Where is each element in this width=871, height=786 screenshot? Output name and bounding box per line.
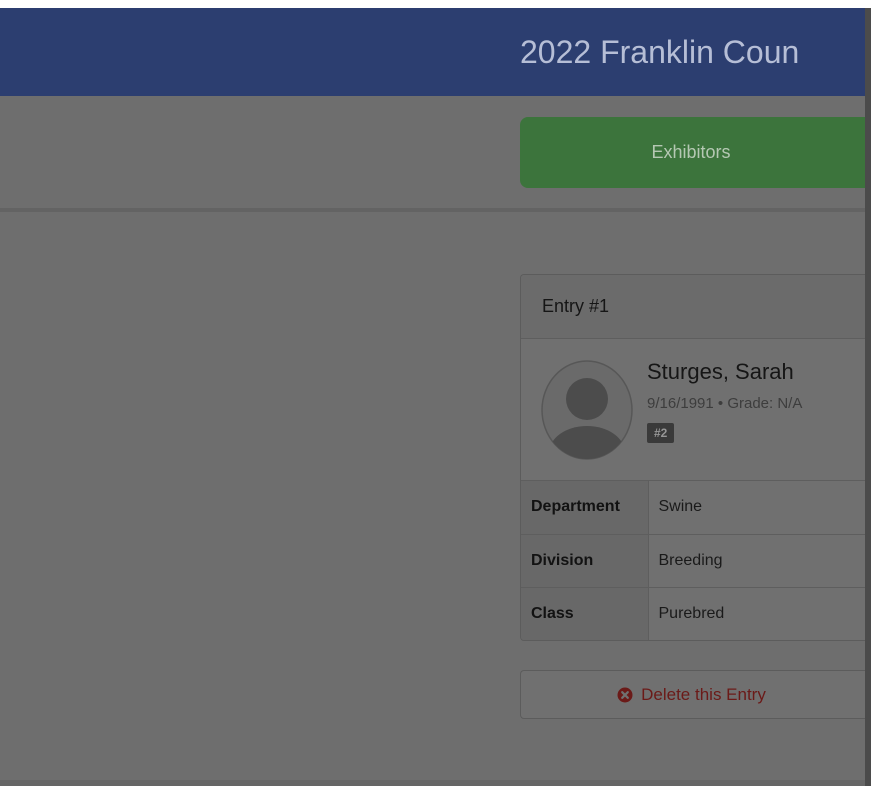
table-row: Class Purebred (521, 587, 871, 640)
exhibitors-button[interactable]: Exhibitors (520, 117, 871, 188)
entry-heading: Entry #1 (521, 275, 871, 339)
header-bar: 2022 Franklin Coun (0, 8, 871, 96)
table-row: Department Swine (521, 481, 871, 535)
entry-details-table: Department Swine Division Breeding Class… (521, 481, 871, 640)
circle-x-icon (617, 687, 633, 702)
entry-panel: Entry #1 Sturges, Sarah 9/16/1991 • Grad… (520, 274, 871, 641)
division-value: Breeding (648, 534, 871, 588)
user-avatar-icon (541, 360, 633, 460)
page-title: 2022 Franklin Coun (520, 34, 800, 70)
delete-entry-button[interactable]: Delete this Entry (520, 670, 871, 719)
scroll-shadow (865, 8, 871, 786)
top-strip (0, 0, 871, 8)
table-row: Division Breeding (521, 534, 871, 588)
exhibitor-name: Sturges, Sarah (647, 359, 794, 384)
footer-divider (0, 780, 871, 786)
delete-entry-label: Delete this Entry (641, 684, 766, 704)
class-value: Purebred (658, 604, 725, 622)
department-value: Swine (648, 481, 871, 535)
division-label: Division (521, 534, 649, 588)
exhibitor-profile: Sturges, Sarah 9/16/1991 • Grade: N/A #2 (521, 339, 871, 481)
department-label: Department (521, 481, 649, 535)
exhibitor-meta: 9/16/1991 • Grade: N/A (647, 395, 803, 412)
page: 2022 Franklin Coun Exhibitors Entry #1 S… (0, 0, 871, 786)
class-label: Class (521, 587, 649, 640)
exhibitor-badge: #2 (647, 423, 675, 443)
